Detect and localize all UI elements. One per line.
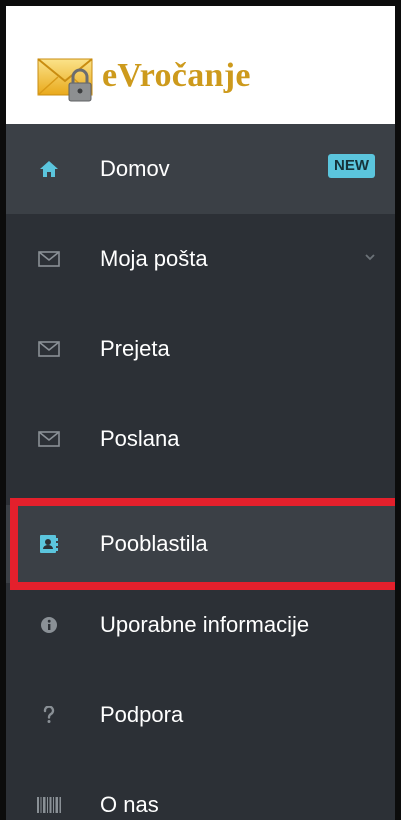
sidebar-item-poslana[interactable]: Poslana	[6, 394, 395, 484]
envelope-icon	[36, 426, 62, 452]
envelope-lock-icon	[37, 58, 93, 102]
sidebar-nav: Domov NEW Moja pošta Prejeta Poslana Poo…	[6, 124, 395, 820]
address-book-icon	[36, 531, 62, 557]
new-badge: NEW	[328, 154, 375, 178]
info-circle-icon	[36, 612, 62, 638]
sidebar-item-label: Podpora	[100, 702, 184, 727]
sidebar-item-label: Moja pošta	[100, 246, 208, 271]
chevron-down-icon[interactable]	[363, 250, 377, 264]
home-icon	[36, 156, 62, 182]
sidebar-item-pooblastila[interactable]: Pooblastila	[6, 505, 395, 583]
sidebar-item-domov[interactable]: Domov NEW	[6, 124, 395, 214]
barcode-icon	[36, 792, 62, 818]
question-icon	[36, 702, 62, 728]
window-border-left	[0, 0, 6, 820]
brand-name: eVročanje	[102, 57, 251, 94]
sidebar-item-label: Uporabne informacije	[100, 612, 310, 637]
sidebar-item-label: Pooblastila	[100, 531, 208, 556]
sidebar-item-label: Prejeta	[100, 336, 170, 361]
sidebar-header: eVročanje	[6, 6, 395, 124]
sidebar-item-prejeta[interactable]: Prejeta	[6, 304, 395, 394]
sidebar-item-uporabne-informacije[interactable]: Uporabne informacije	[6, 580, 395, 670]
sidebar-item-podpora[interactable]: Podpora	[6, 670, 395, 760]
brand-logo[interactable]: eVročanje	[36, 48, 251, 104]
app-frame: eVročanje Domov NEW Moja pošta Prejeta P…	[0, 0, 401, 820]
sidebar-item-label: Poslana	[100, 426, 180, 451]
envelope-icon	[36, 246, 62, 272]
sidebar-item-o-nas[interactable]: O nas	[6, 760, 395, 820]
sidebar-item-label: Domov	[100, 156, 170, 181]
sidebar-item-label: O nas	[100, 792, 159, 817]
sidebar-item-moja-posta[interactable]: Moja pošta	[6, 214, 395, 304]
window-border-top	[0, 0, 401, 6]
envelope-icon	[36, 336, 62, 362]
window-border-right	[395, 0, 401, 820]
